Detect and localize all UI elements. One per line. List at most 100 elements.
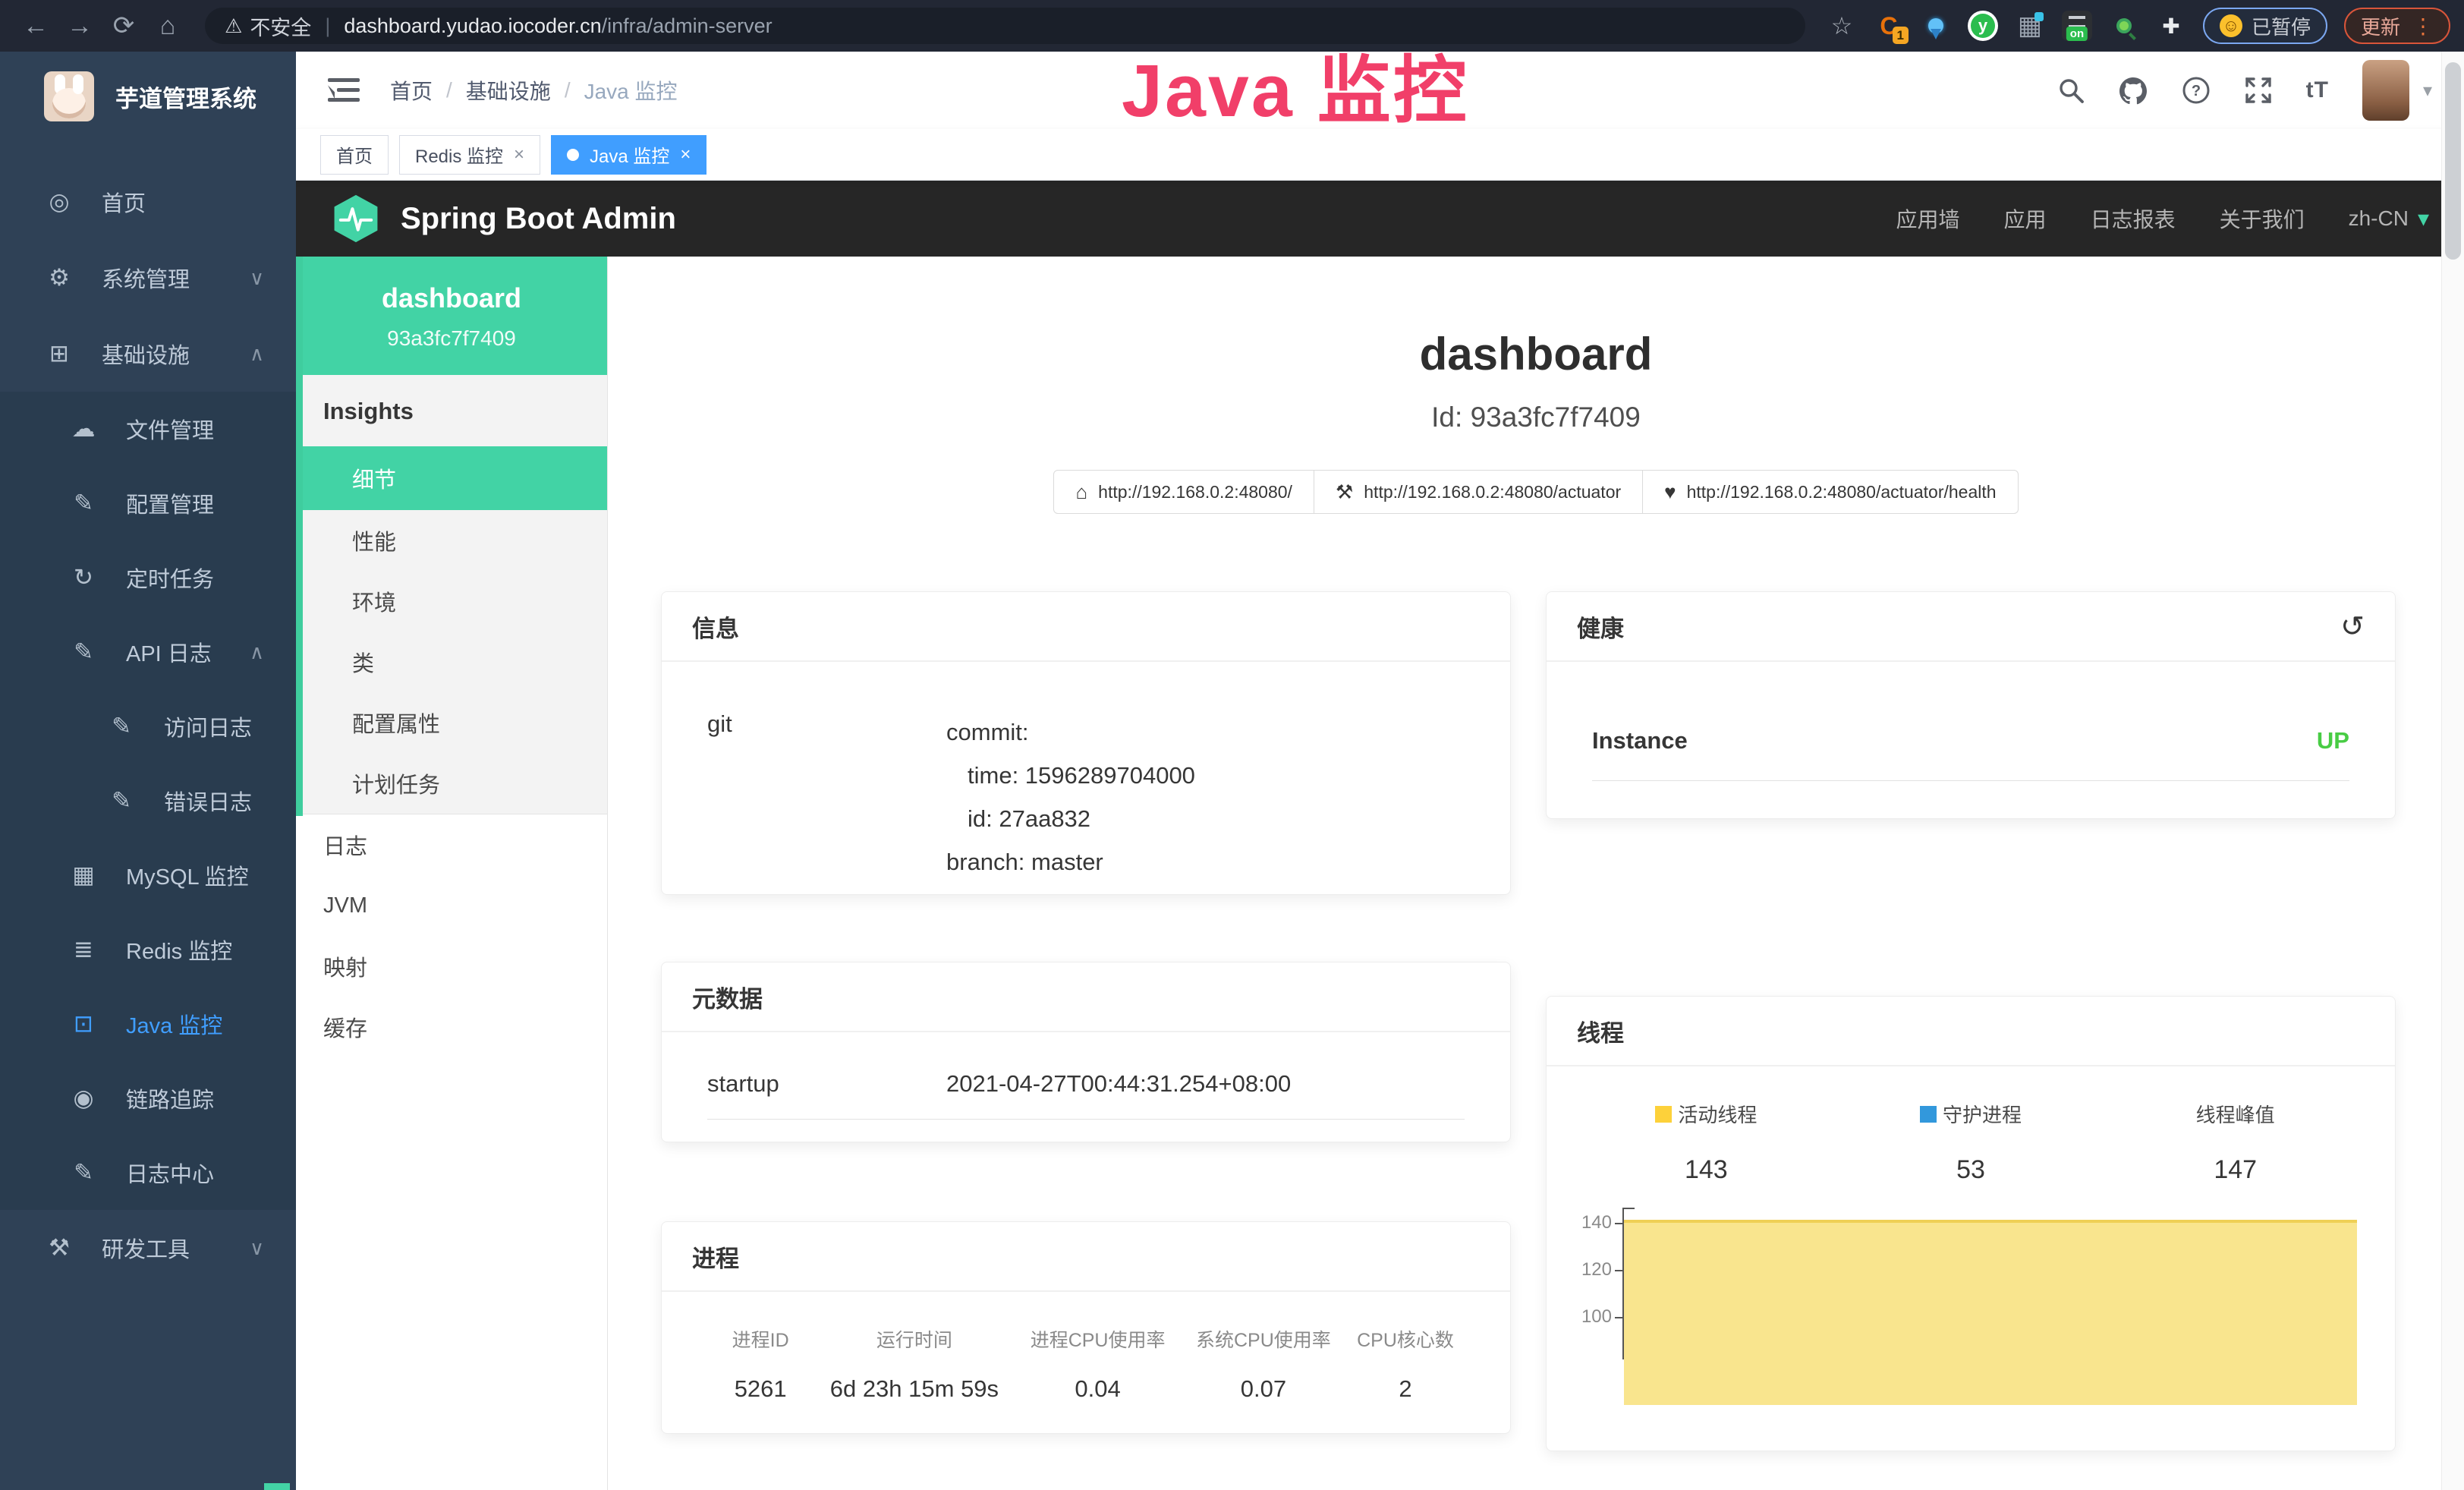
scrollbar-thumb[interactable] [2445, 62, 2461, 260]
service-url-button[interactable]: ⌂ http://192.168.0.2:48080/ [1053, 470, 1314, 514]
status-badge: UP [2317, 727, 2349, 754]
col-value: 0.04 [1015, 1375, 1180, 1403]
sidebar-item-home[interactable]: ◎ 首页 [0, 164, 296, 240]
tag-home[interactable]: 首页 [320, 135, 389, 175]
metadata-card: 元数据 startup 2021-04-27T00:44:31.254+08:0… [661, 962, 1511, 1142]
sidebar-item-system[interactable]: ⚙ 系统管理 ∨ [0, 240, 296, 316]
sba-item-jvm[interactable]: JVM [296, 875, 607, 936]
edit-icon: ✎ [68, 490, 99, 517]
sba-item-classes[interactable]: 类 [296, 632, 607, 692]
annotation-java-monitor: Java 监控 [1122, 30, 1469, 137]
reload-icon[interactable]: ⟳ [102, 11, 146, 41]
sidebar-item-job[interactable]: ↻ 定时任务 [0, 540, 296, 615]
actuator-url-button[interactable]: ⚒ http://192.168.0.2:48080/actuator [1314, 470, 1643, 514]
tag-redis[interactable]: Redis 监控 × [399, 135, 540, 175]
user-avatar[interactable] [2362, 60, 2409, 121]
app-logo-row[interactable]: 芋道管理系统 [0, 52, 296, 141]
sidebar-item-trace[interactable]: ◉ 链路追踪 [0, 1061, 296, 1136]
chrome-update-button[interactable]: 更新 ⋮ [2344, 8, 2450, 44]
avatar-caret-icon[interactable]: ▾ [2423, 80, 2432, 102]
sidebar-collapse-icon[interactable] [328, 77, 360, 104]
lens-glass [2116, 18, 2132, 33]
address-bar[interactable]: ⚠ 不安全 | dashboard.yudao.iocoder.cn /infr… [205, 8, 1805, 44]
font-size-icon[interactable]: tT [2306, 77, 2329, 103]
sidebar-item-infra[interactable]: ⊞ 基础设施 ∧ [0, 316, 296, 392]
extension-c-icon[interactable]: C 1 [1874, 11, 1904, 41]
sba-nav-about[interactable]: 关于我们 [2220, 203, 2305, 234]
github-icon[interactable] [2118, 76, 2148, 105]
tag-java-active[interactable]: Java 监控 × [551, 135, 706, 175]
sidebar-item-mysql[interactable]: ▦ MySQL 监控 [0, 838, 296, 912]
sidebar-item-dev-tools[interactable]: ⚒ 研发工具 ∨ [0, 1210, 296, 1286]
sba-nav: 应用墙 应用 日志报表 关于我们 zh-CN ▾ [1896, 203, 2429, 234]
sba-brand[interactable]: Spring Boot Admin [401, 202, 676, 236]
forward-icon[interactable]: → [58, 11, 102, 41]
close-icon[interactable]: × [514, 144, 524, 165]
sba-item-details[interactable]: 细节 [296, 446, 607, 510]
sidebar-item-java[interactable]: ⊡ Java 监控 [0, 987, 296, 1061]
home-icon[interactable]: ⌂ [146, 11, 190, 41]
page-instance-id: Id: 93a3fc7f7409 [608, 402, 2464, 433]
sba-item-mappings[interactable]: 映射 [296, 936, 607, 997]
sba-item-config-props[interactable]: 配置属性 [296, 692, 607, 753]
back-icon[interactable]: ← [14, 11, 58, 41]
sidebar-item-label: Java 监控 [126, 1008, 222, 1040]
chevron-down-icon: ▾ [2418, 206, 2429, 232]
health-url-button[interactable]: ♥ http://192.168.0.2:48080/actuator/heal… [1642, 470, 2018, 514]
chevron-up-icon: ∧ [250, 641, 264, 664]
sba-nav-applications[interactable]: 应用 [2004, 203, 2047, 234]
threads-chart-plot [1622, 1208, 2368, 1359]
metadata-card-title: 元数据 [662, 962, 1510, 1032]
sba-item-scheduled-tasks[interactable]: 计划任务 [296, 753, 607, 814]
sidebar-item-api-log[interactable]: ✎ API 日志 ∧ [0, 615, 296, 689]
sba-item-environment[interactable]: 环境 [296, 571, 607, 632]
monitor-icon: ⊡ [68, 1010, 99, 1038]
chrome-menu-icon[interactable]: ⋮ [2412, 14, 2434, 39]
profile-paused-pill[interactable]: ☺ 已暂停 [2203, 8, 2327, 44]
tag-label: 首页 [336, 141, 373, 168]
screen: ← → ⟳ ⌂ ⚠ 不安全 | dashboard.yudao.iocoder.… [0, 0, 2464, 1490]
sba-language-select[interactable]: zh-CN ▾ [2349, 206, 2429, 232]
search-extension-icon[interactable] [2109, 11, 2139, 41]
sidebar-item-access-log[interactable]: ✎ 访问日志 [0, 689, 296, 764]
active-section-accent [296, 257, 303, 816]
sba-root-items: 日志 JVM 映射 缓存 [296, 814, 607, 1057]
fullscreen-icon[interactable] [2244, 76, 2273, 105]
search-icon[interactable] [2057, 77, 2085, 104]
sba-item-metrics[interactable]: 性能 [296, 510, 607, 571]
threads-chart-yaxis: 140 120 100 [1574, 1208, 1622, 1359]
sba-nav-wallboard[interactable]: 应用墙 [1896, 203, 1960, 234]
actuator-url: http://192.168.0.2:48080/actuator [1364, 482, 1621, 502]
breadcrumb-infra[interactable]: 基础设施 [466, 75, 551, 106]
close-icon[interactable]: × [680, 144, 691, 165]
page-scrollbar[interactable] [2441, 52, 2464, 1490]
sba-header: Spring Boot Admin 应用墙 应用 日志报表 关于我们 zh-CN… [296, 181, 2464, 257]
yuque-extension-icon[interactable]: y [1968, 11, 1998, 41]
sidebar-item-error-log[interactable]: ✎ 错误日志 [0, 764, 296, 838]
instance-header[interactable]: dashboard 93a3fc7f7409 [296, 257, 607, 375]
card-title-text: 健康 [1577, 610, 1624, 644]
blue-legend-swatch [1920, 1106, 1937, 1123]
health-card-title: 健康 ↺ [1547, 592, 2395, 662]
sba-item-logs[interactable]: 日志 [296, 814, 607, 875]
sidebar-item-label: Redis 监控 [126, 934, 232, 966]
sidebar-item-config[interactable]: ✎ 配置管理 [0, 466, 296, 540]
switch-extension-icon[interactable]: on [2062, 11, 2092, 41]
history-icon[interactable]: ↺ [2340, 610, 2365, 644]
legend-value-text: 53 [1839, 1155, 2104, 1185]
sba-item-caches[interactable]: 缓存 [296, 997, 607, 1057]
breadcrumb-home[interactable]: 首页 [390, 75, 433, 106]
sidebar-item-log-center[interactable]: ✎ 日志中心 [0, 1136, 296, 1210]
sba-nav-journal[interactable]: 日志报表 [2091, 203, 2176, 234]
bookmark-star-icon[interactable]: ☆ [1827, 11, 1857, 41]
pin-tail [1931, 29, 1941, 39]
extensions-puzzle-icon[interactable]: ✚ [2156, 11, 2186, 41]
grid-extension-icon[interactable]: ▦ [2015, 11, 2045, 41]
sidebar-item-file[interactable]: ☁ 文件管理 [0, 392, 296, 466]
edit-square-icon: ✎ [68, 1159, 99, 1186]
grid-dot [2034, 12, 2044, 21]
help-icon[interactable]: ? [2182, 76, 2211, 105]
pin-extension-icon[interactable] [1921, 11, 1951, 41]
sidebar-item-redis[interactable]: ≣ Redis 监控 [0, 912, 296, 987]
breadcrumb-separator: / [446, 78, 452, 102]
